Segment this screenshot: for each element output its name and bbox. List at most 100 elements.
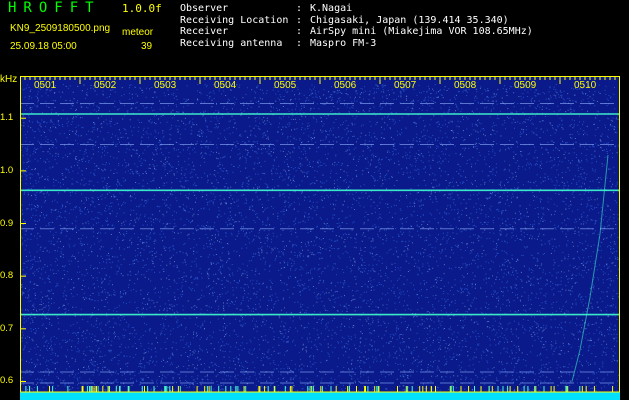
bottom-spike-9 — [460, 386, 462, 392]
bottom-spike-61 — [208, 386, 210, 392]
bottom-spike-43 — [534, 386, 536, 392]
meteor-count: 39 — [141, 41, 153, 52]
bottom-spike-39 — [90, 386, 92, 392]
bottom-spike-83 — [147, 386, 149, 392]
bottom-spike-57 — [378, 386, 380, 392]
bottom-spike-76 — [312, 386, 314, 392]
bottom-spike-28 — [245, 386, 247, 392]
header-panel: HROFFT 1.0.0f KN9_2509180500.png meteor … — [0, 0, 629, 76]
bottom-spike-22 — [82, 386, 84, 392]
bottom-spike-31 — [367, 386, 369, 392]
bottom-spike-40 — [543, 386, 545, 392]
bottom-spike-105 — [550, 386, 552, 392]
meteor-label: meteor — [122, 27, 154, 38]
bottom-spike-116 — [243, 386, 245, 392]
bottom-spike-82 — [335, 386, 337, 392]
bottom-spike-71 — [237, 386, 239, 392]
bottom-spike-77 — [566, 386, 568, 392]
bottom-spike-17 — [585, 386, 587, 392]
x-tick-label-5: 0506 — [334, 80, 357, 91]
bottom-spike-118 — [177, 386, 179, 392]
bottom-spike-99 — [330, 386, 332, 392]
bottom-spike-97 — [491, 386, 493, 392]
bottom-spike-63 — [488, 386, 490, 392]
bottom-spike-72 — [376, 386, 378, 392]
bottom-spike-117 — [291, 386, 293, 392]
bottom-spike-108 — [92, 386, 94, 392]
info-row-receiver: Receiver: AirSpy mini (Miakejima VOR 108.… — [180, 26, 533, 37]
bottom-spike-119 — [452, 386, 454, 392]
bottom-spike-95 — [81, 386, 83, 392]
spectrogram-plot — [20, 76, 620, 400]
bottom-spike-67 — [309, 386, 311, 392]
bottom-spike-90 — [612, 386, 614, 392]
bottom-spike-46 — [579, 386, 581, 392]
y-tick-label-4: 0.7 — [0, 322, 14, 334]
bottom-spike-6 — [25, 386, 27, 392]
bottom-spike-107 — [108, 386, 110, 392]
bottom-spike-54 — [365, 386, 366, 392]
x-tick-label-0: 0501 — [34, 80, 57, 91]
bottom-spike-11 — [581, 386, 583, 392]
info-row-location: Receiving Location: Chigasaki, Japan (139… — [180, 14, 509, 26]
bottom-spike-18 — [153, 386, 155, 392]
bottom-spike-101 — [517, 386, 519, 392]
bottom-spike-70 — [107, 386, 109, 392]
datetime-label: 25.09.18 05:00 — [10, 41, 77, 52]
bottom-spike-86 — [422, 386, 424, 392]
bottom-spike-20 — [218, 386, 220, 392]
bottom-spike-35 — [284, 386, 286, 392]
bottom-spike-85 — [468, 386, 470, 392]
bottom-spike-94 — [235, 386, 237, 392]
bottom-spike-56 — [96, 386, 97, 392]
bottom-spike-36 — [119, 386, 121, 392]
y-tick-label-3: 0.8 — [0, 270, 14, 282]
x-tick-label-4: 0505 — [274, 80, 297, 91]
bottom-spike-45 — [411, 386, 413, 392]
bottom-spike-88 — [311, 386, 313, 392]
bottom-spike-53 — [425, 386, 427, 392]
bottom-spike-59 — [527, 386, 529, 392]
bottom-spike-104 — [169, 386, 171, 392]
bottom-spike-55 — [450, 386, 452, 392]
bottom-spike-21 — [86, 386, 88, 392]
x-tick-label-2: 0503 — [154, 80, 177, 91]
bottom-spike-29 — [405, 386, 407, 392]
bottom-spike-10 — [419, 386, 421, 392]
bottom-spike-114 — [29, 386, 30, 392]
bottom-spike-98 — [320, 386, 322, 392]
bottom-spike-73 — [307, 386, 309, 392]
bottom-spike-87 — [52, 386, 54, 392]
y-tick-label-5: 0.6 — [0, 375, 14, 387]
bottom-spike-41 — [258, 386, 260, 392]
bottom-spike-64 — [230, 386, 232, 392]
x-tick-label-6: 0507 — [394, 80, 417, 91]
bottom-spike-5 — [435, 386, 436, 392]
bottom-spike-51 — [289, 386, 291, 392]
bottom-strip — [20, 392, 620, 400]
bottom-spike-30 — [179, 386, 181, 392]
bottom-spike-109 — [273, 386, 275, 392]
bottom-spike-44 — [259, 386, 261, 392]
version-label: 1.0.0f — [122, 2, 162, 15]
bottom-spike-12 — [165, 386, 167, 392]
bottom-spike-81 — [97, 386, 99, 392]
bottom-spike-26 — [225, 386, 227, 392]
bottom-spike-115 — [164, 386, 166, 392]
x-tick-label-1: 0502 — [94, 80, 117, 91]
y-tick-label-0: 1.1 — [0, 112, 14, 124]
bottom-spike-84 — [102, 386, 104, 392]
bottom-spike-2 — [474, 386, 475, 392]
bottom-spike-102 — [593, 386, 595, 392]
bottom-spike-113 — [364, 386, 366, 392]
y-tick-label-2: 0.9 — [0, 217, 14, 229]
bottom-spike-62 — [264, 386, 266, 392]
bottom-spike-106 — [196, 386, 198, 392]
bottom-spike-27 — [166, 386, 168, 392]
info-row-observer: Observer: K.Nagai — [180, 3, 353, 14]
bottom-spike-32 — [523, 386, 525, 392]
y-tick-label-1: 1.0 — [0, 164, 14, 176]
bottom-spike-80 — [89, 386, 90, 392]
bottom-spike-66 — [67, 386, 69, 392]
bottom-spike-89 — [407, 386, 409, 392]
